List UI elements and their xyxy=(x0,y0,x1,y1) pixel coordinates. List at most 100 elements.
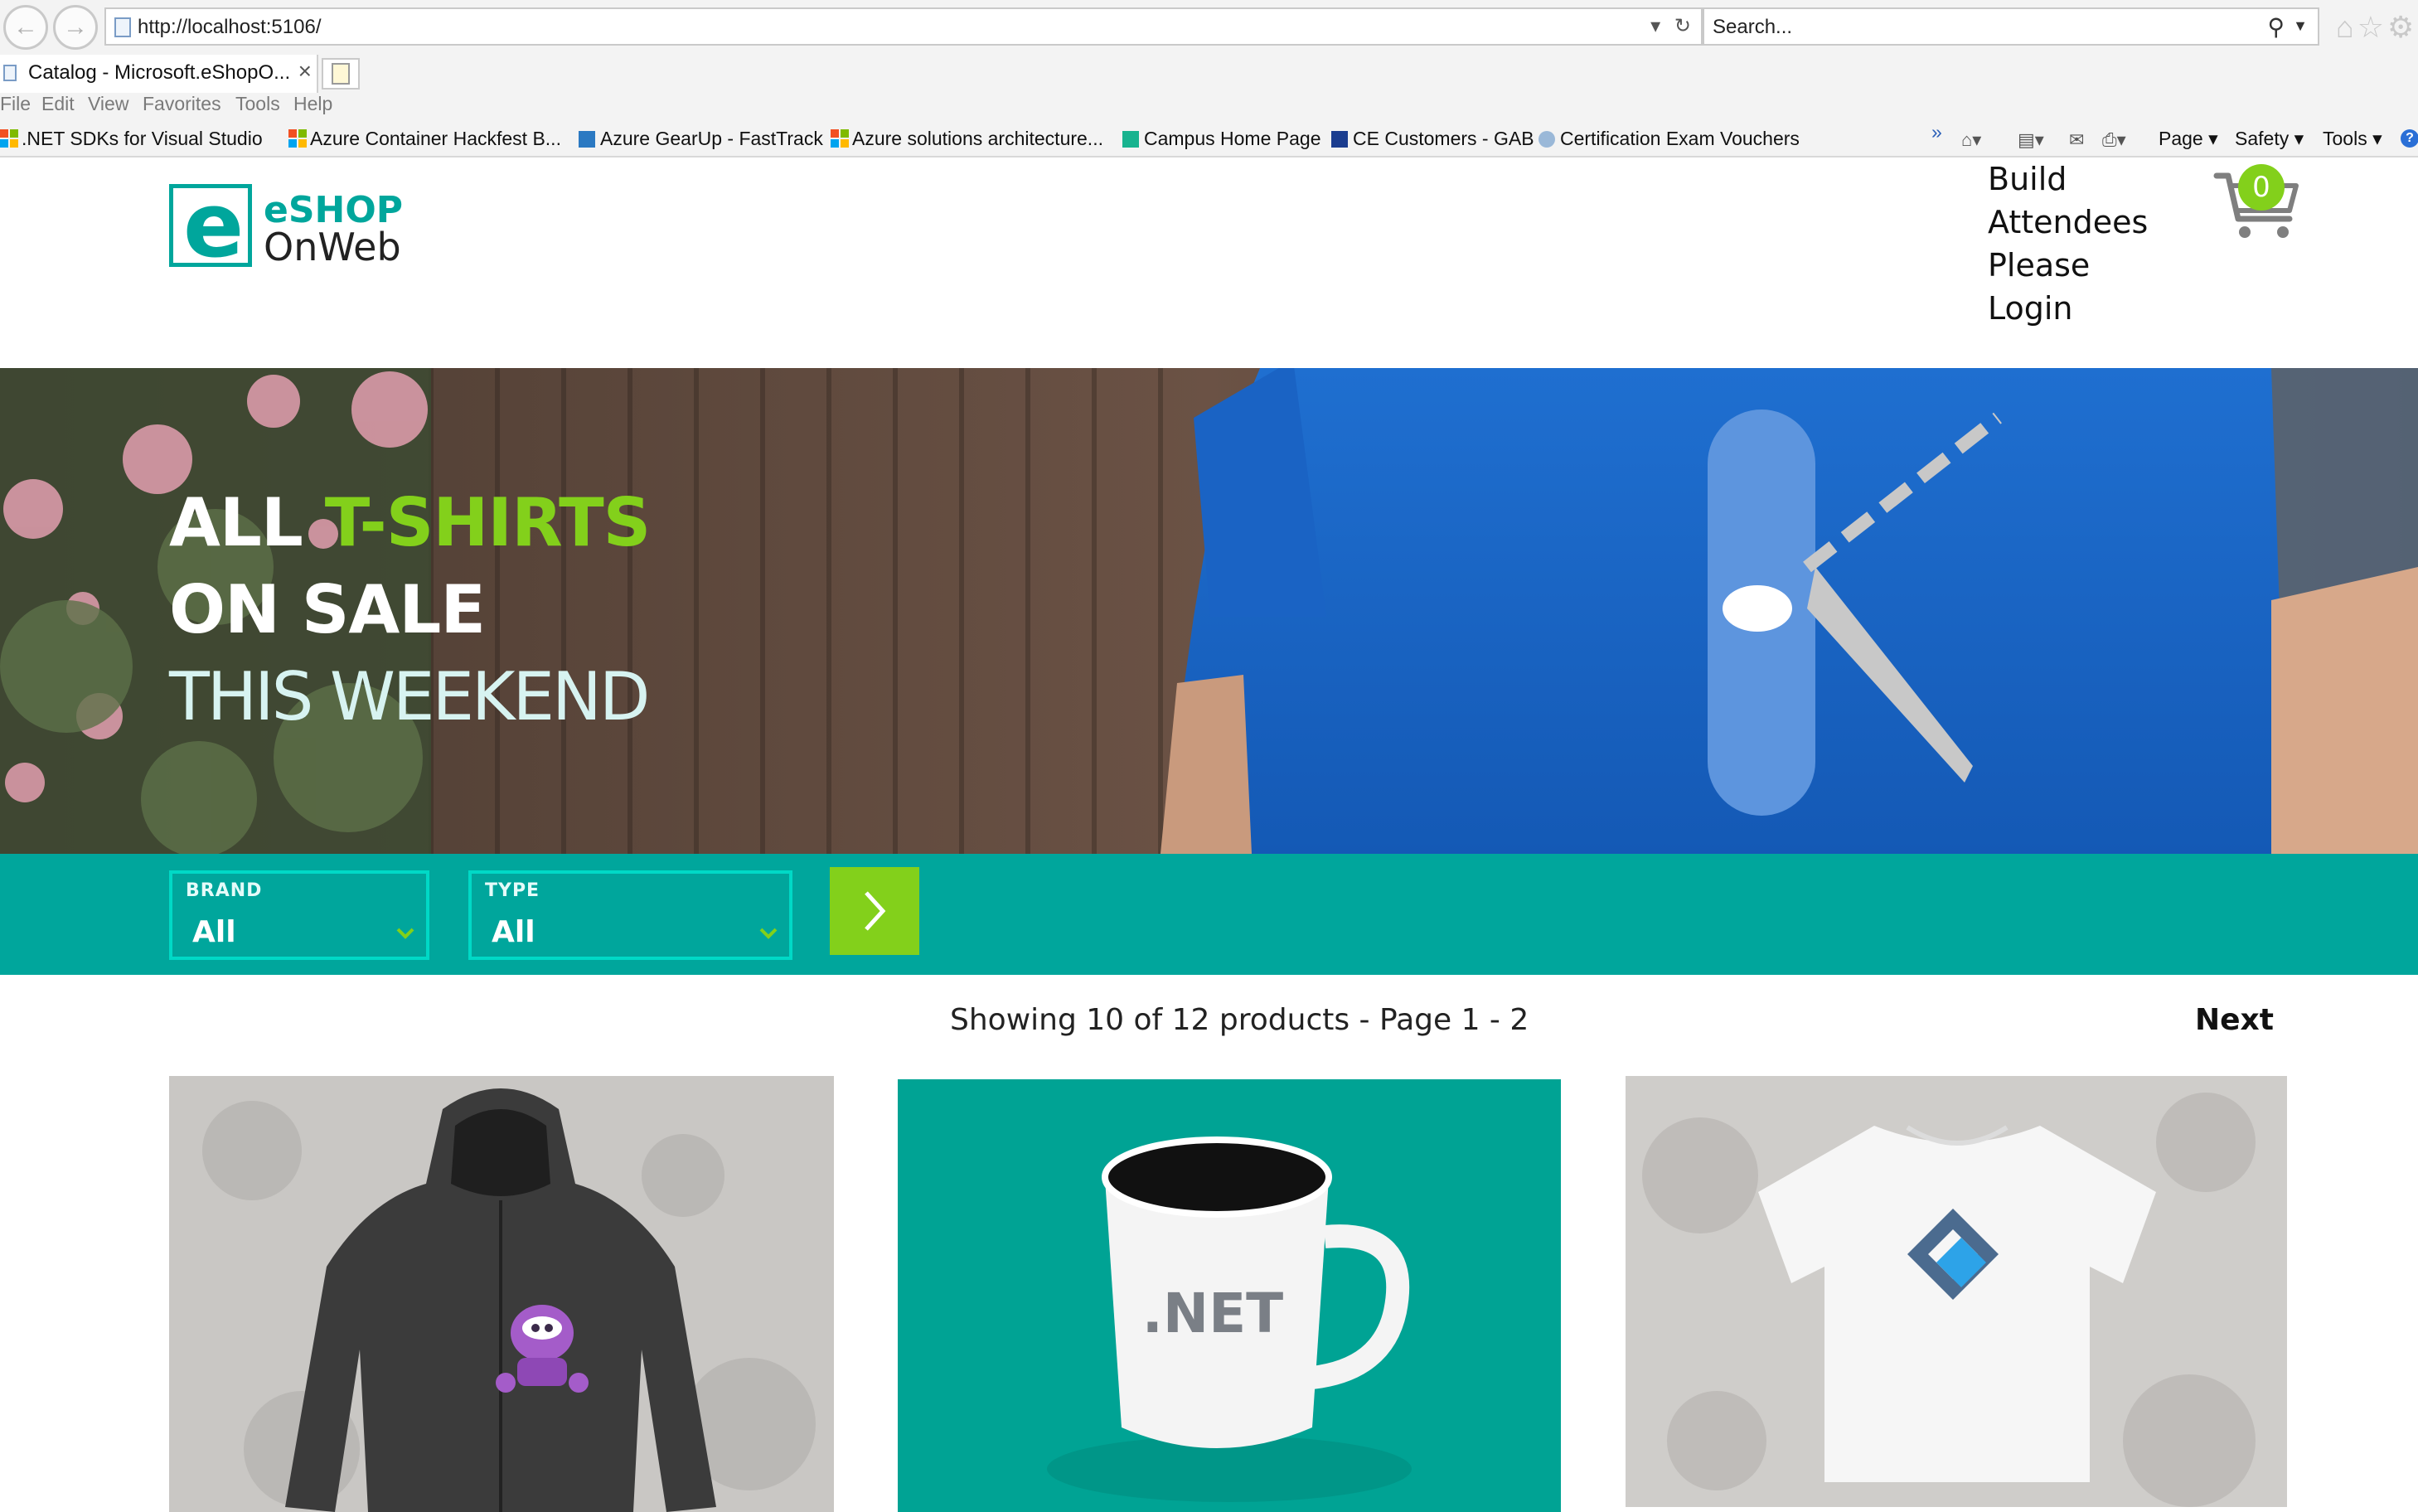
pager-next-link[interactable]: Next xyxy=(2195,1003,2274,1037)
product-card[interactable] xyxy=(1626,1076,2287,1512)
forward-button[interactable]: → xyxy=(53,5,98,50)
page-menu-label: Page xyxy=(2159,128,2203,149)
search-input[interactable]: Search... xyxy=(1713,16,1792,39)
settings-gear-icon[interactable]: ⚙ xyxy=(2387,10,2417,44)
product-image-tshirt xyxy=(1626,1076,2287,1507)
back-arrow-icon: ← xyxy=(13,13,38,41)
favorite-label: Certification Exam Vouchers xyxy=(1560,128,1800,149)
login-line: Build xyxy=(1988,161,2067,197)
new-tab-button[interactable] xyxy=(322,58,360,90)
campus-icon xyxy=(1122,131,1139,148)
dropdown-icon[interactable]: ▾ xyxy=(1650,15,1660,37)
mug-net-text: .NET xyxy=(1142,1282,1283,1345)
logo-e-letter: e xyxy=(183,174,245,278)
product-image-mug: .NET xyxy=(898,1079,1561,1512)
filter-bar: BRAND All TYPE All xyxy=(0,854,2418,975)
microsoft-logo-icon xyxy=(831,129,849,148)
favorite-link[interactable]: Azure Container Hackfest B... xyxy=(288,128,561,150)
login-line: Login xyxy=(1988,290,2073,327)
menu-help[interactable]: Help xyxy=(293,93,332,115)
favorites-star-icon[interactable]: ☆ xyxy=(2357,10,2387,44)
type-filter-label: TYPE xyxy=(485,880,540,901)
favorite-label: Azure Container Hackfest B... xyxy=(310,128,561,149)
login-line: Attendees xyxy=(1988,204,2149,240)
browser-chrome: ← → http://localhost:5106/ ▾ ↻ Search...… xyxy=(0,0,2418,158)
menu-tools[interactable]: Tools xyxy=(235,93,280,115)
print-icon[interactable]: ⎙▾ xyxy=(2102,129,2126,151)
sharepoint-icon xyxy=(579,131,595,148)
hero-line1: ALL T-SHIRTS xyxy=(169,484,652,561)
favorite-link[interactable]: .NET SDKs for Visual Studio xyxy=(0,128,263,150)
refresh-icon[interactable]: ↻ xyxy=(1674,15,1691,37)
menu-file[interactable]: File xyxy=(0,93,31,115)
favorite-label: CE Customers - GAB xyxy=(1353,128,1534,149)
search-box[interactable]: Search... ⚲ ▼ xyxy=(1703,7,2319,46)
ie-page-icon xyxy=(1539,131,1555,148)
chevron-down-icon xyxy=(396,928,414,939)
menu-view[interactable]: View xyxy=(88,93,128,115)
feeds-icon[interactable]: ▤▾ xyxy=(2018,129,2044,151)
page-menu[interactable]: Page ▾ xyxy=(2159,128,2218,150)
favorite-link[interactable]: CE Customers - GAB xyxy=(1331,128,1534,150)
favorite-link[interactable]: Certification Exam Vouchers xyxy=(1539,128,1800,150)
tab-close-icon[interactable]: × xyxy=(298,58,312,85)
address-url[interactable]: http://localhost:5106/ xyxy=(138,16,321,39)
eshop-logo[interactable]: e eSHOP OnWeb xyxy=(169,174,409,278)
favorite-label: Campus Home Page xyxy=(1144,128,1321,149)
search-dropdown-icon[interactable]: ▼ xyxy=(2293,17,2308,35)
product-image-hoodie xyxy=(169,1076,834,1512)
new-tab-icon xyxy=(332,63,350,85)
chevron-down-icon xyxy=(759,928,778,939)
tools-menu[interactable]: Tools ▾ xyxy=(2323,128,2382,150)
hero-banner: ALL T-SHIRTS ON SALE THIS WEEKEND xyxy=(0,368,2418,854)
home-icon[interactable]: ⌂ xyxy=(2336,10,2357,44)
forward-arrow-icon: → xyxy=(63,13,88,41)
favorite-link[interactable]: Azure solutions architecture... xyxy=(831,128,1103,150)
login-link[interactable]: Build Attendees Please Login xyxy=(1988,158,2187,330)
login-line: Please xyxy=(1988,247,2091,284)
search-icon[interactable]: ⚲ xyxy=(2267,13,2285,41)
hero-line1-accent: T-SHIRTS xyxy=(324,484,652,561)
tools-menu-label: Tools xyxy=(2323,128,2367,149)
apply-filter-button[interactable] xyxy=(830,867,919,955)
menu-favorites[interactable]: Favorites xyxy=(143,93,221,115)
safety-menu-label: Safety xyxy=(2235,128,2290,149)
logo-e-box: e xyxy=(169,174,252,278)
product-card[interactable]: .NET xyxy=(898,1079,1561,1512)
back-button[interactable]: ← xyxy=(3,5,48,50)
chevron-right-icon xyxy=(865,891,886,931)
tab-catalog[interactable]: Catalog - Microsoft.eShopO... × xyxy=(0,55,318,93)
home-command-icon[interactable]: ⌂▾ xyxy=(1961,129,1981,151)
more-favorites-chevron-icon[interactable]: » xyxy=(1931,121,1942,143)
page-icon xyxy=(114,17,131,37)
microsoft-logo-icon xyxy=(0,129,18,148)
safety-menu[interactable]: Safety ▾ xyxy=(2235,128,2304,150)
product-card[interactable] xyxy=(169,1076,834,1512)
address-row: ← → http://localhost:5106/ ▾ ↻ Search...… xyxy=(0,0,2418,55)
tab-page-icon xyxy=(3,65,17,81)
menu-edit[interactable]: Edit xyxy=(41,93,75,115)
pager-info: Showing 10 of 12 products - Page 1 - 2 xyxy=(950,1003,1529,1037)
tab-row: Catalog - Microsoft.eShopO... × xyxy=(0,55,2418,93)
favorite-link[interactable]: Campus Home Page xyxy=(1122,128,1321,150)
browser-icons: ⌂☆⚙ xyxy=(2336,10,2417,45)
favorites-bar: .NET SDKs for Visual Studio Azure Contai… xyxy=(0,121,2418,158)
brand-filter-value: All xyxy=(192,915,236,949)
address-bar[interactable]: http://localhost:5106/ ▾ ↻ xyxy=(104,7,1703,46)
hero-line3: THIS WEEKEND xyxy=(169,658,650,735)
favorite-link[interactable]: Azure GearUp - FastTrack xyxy=(579,128,823,150)
cart-count-badge: 0 xyxy=(2238,164,2285,211)
mail-icon[interactable]: ✉ xyxy=(2069,129,2084,151)
favorite-label: .NET SDKs for Visual Studio xyxy=(22,128,263,149)
address-tools: ▾ ↻ xyxy=(1650,14,1691,38)
type-filter-select[interactable]: TYPE All xyxy=(468,870,792,960)
favorite-label: Azure solutions architecture... xyxy=(852,128,1103,149)
pager: Showing 10 of 12 products - Page 1 - 2 N… xyxy=(0,1003,2418,1053)
customers-icon xyxy=(1331,131,1348,148)
favorite-label: Azure GearUp - FastTrack xyxy=(600,128,823,149)
brand-filter-select[interactable]: BRAND All xyxy=(169,870,429,960)
site-page: e eSHOP OnWeb Build Attendees Please Log… xyxy=(0,158,2418,1512)
cart-button[interactable]: 0 xyxy=(2213,161,2304,244)
menu-bar: File Edit View Favorites Tools Help xyxy=(0,93,2418,126)
help-icon[interactable]: ? xyxy=(2401,129,2418,148)
